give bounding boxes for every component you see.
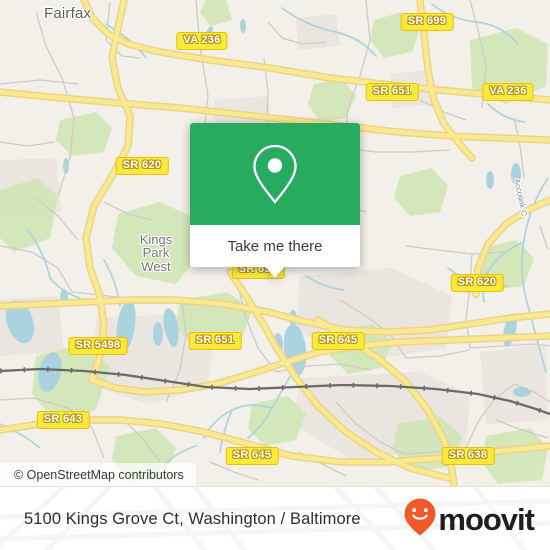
moovit-logo[interactable]: moovit (403, 497, 535, 542)
road-shield-sr-651-north: SR 651 (365, 83, 419, 101)
road-shield-va-236-east: VA 236 (482, 83, 534, 101)
attribution-text: © OpenStreetMap contributors (14, 467, 184, 482)
moovit-map-screenshot: Fairfax Kings Park West Accotink C VA 23… (0, 0, 550, 550)
map-canvas[interactable]: Fairfax Kings Park West Accotink C VA 23… (0, 0, 550, 486)
road-shield-sr-620-east: SR 620 (450, 274, 504, 292)
footer-bar: 5100 Kings Grove Ct, Washington / Baltim… (0, 486, 550, 550)
road-shield-sr-638: SR 638 (441, 447, 495, 465)
popup-body: Take me there (190, 123, 360, 267)
road-shield-sr-643: SR 643 (36, 411, 90, 429)
road-shield-sr-620-west: SR 620 (115, 157, 169, 175)
popup-pointer (265, 266, 285, 278)
road-shield-sr-5498: SR 5498 (68, 337, 128, 355)
map-pin-icon (250, 143, 300, 205)
road-shield-sr-651-south: SR 651 (188, 332, 242, 350)
moovit-wordmark: moovit (438, 501, 535, 537)
road-shield-sr-645-south: SR 645 (225, 447, 279, 465)
road-shield-va-236-west: VA 236 (176, 32, 228, 50)
road-shield-sr-645-mid: SR 645 (311, 332, 365, 350)
take-me-there-button[interactable]: Take me there (190, 225, 360, 267)
map-attribution[interactable]: © OpenStreetMap contributors (0, 463, 196, 486)
footer-content: 5100 Kings Grove Ct, Washington / Baltim… (0, 487, 550, 550)
road-shield-sr-699: SR 699 (400, 13, 454, 31)
moovit-smiley-pin-icon (403, 497, 437, 542)
popup-pin-panel (190, 123, 360, 225)
destination-popup[interactable]: Take me there (190, 123, 360, 278)
address-title: 5100 Kings Grove Ct, Washington / Baltim… (24, 509, 361, 528)
